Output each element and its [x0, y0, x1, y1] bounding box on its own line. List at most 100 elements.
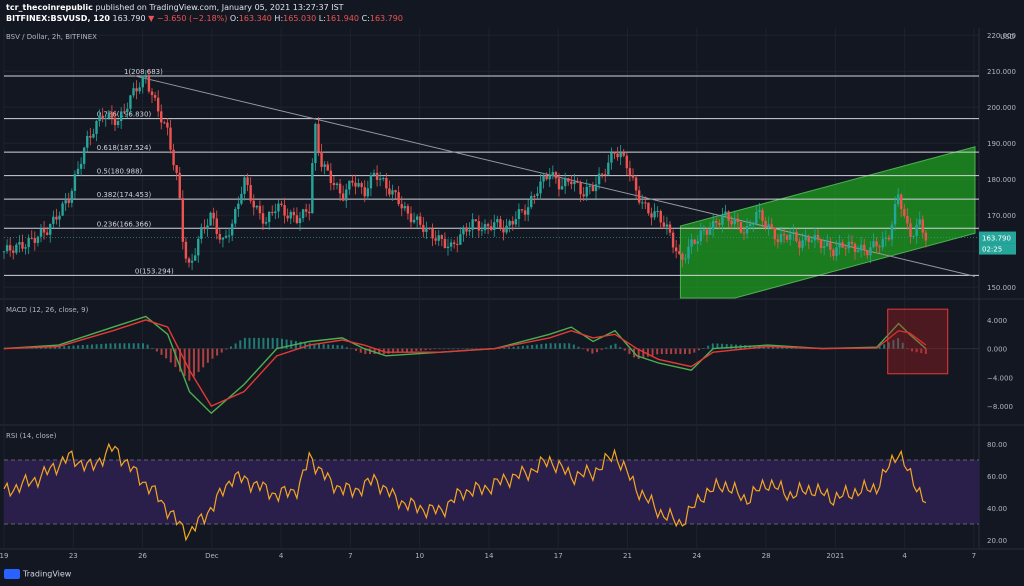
candle-body	[792, 231, 795, 235]
macd-histogram-bar	[433, 348, 436, 350]
macd-histogram-bar	[563, 343, 566, 349]
candle-body	[45, 232, 49, 235]
candle-body	[761, 210, 764, 221]
close-label: C:	[361, 14, 370, 23]
candle-body	[832, 249, 835, 256]
candle-body	[520, 209, 524, 211]
candle-body	[292, 211, 296, 216]
macd-histogram-bar	[424, 348, 427, 351]
candle-body	[616, 153, 619, 158]
candle-body	[135, 88, 138, 92]
candle-body	[366, 188, 370, 197]
candle-body	[745, 226, 749, 234]
candle-body	[280, 203, 283, 206]
macd-histogram-bar	[415, 348, 418, 352]
macd-histogram-bar	[568, 343, 571, 349]
candle-body	[61, 203, 64, 216]
candle-body	[425, 228, 428, 232]
macd-histogram-bar	[466, 348, 469, 350]
candle-body	[166, 122, 169, 128]
tradingview-logo[interactable]: TradingView	[4, 569, 71, 579]
candle-body	[107, 112, 111, 119]
fib-level-label: 0.236(166.366)	[97, 220, 152, 228]
candle-body	[443, 238, 447, 249]
close-value: 163.790	[369, 14, 403, 23]
candle-body	[341, 193, 345, 201]
candle-body	[338, 183, 342, 194]
candle-body	[240, 193, 243, 204]
macd-histogram-bar	[91, 344, 94, 349]
macd-histogram-bar	[128, 343, 131, 349]
candle-body	[665, 224, 669, 227]
candle-body	[545, 175, 548, 180]
candle-body	[409, 213, 413, 223]
candle-body	[419, 216, 422, 225]
macd-histogram-bar	[410, 348, 413, 352]
candle-body	[295, 215, 299, 224]
macd-histogram-bar	[123, 343, 126, 349]
candle-body	[391, 190, 394, 195]
macd-histogram-bar	[406, 348, 409, 352]
macd-histogram-bar	[104, 343, 107, 349]
macd-histogram-bar	[81, 345, 84, 349]
candle-body	[274, 211, 277, 214]
candle-body	[193, 255, 197, 261]
candle-body	[767, 224, 770, 228]
macd-histogram-bar	[549, 343, 552, 349]
macd-histogram-bar	[132, 343, 135, 349]
candle-body	[807, 236, 810, 242]
macd-histogram-bar	[628, 348, 631, 354]
price-tick-label: 180.000	[987, 176, 1016, 184]
macd-histogram-bar	[646, 348, 649, 357]
macd-histogram-bar	[327, 344, 330, 349]
macd-histogram-bar	[452, 348, 455, 350]
macd-histogram-bar	[545, 343, 548, 349]
candle-body	[822, 246, 826, 249]
macd-histogram-bar	[651, 348, 654, 356]
candle-body	[375, 172, 379, 180]
candle-body	[536, 193, 539, 197]
macd-histogram-bar	[577, 346, 580, 349]
symbol-label[interactable]: BITFINEX:BSVUSD, 120	[6, 14, 110, 23]
candle-body	[126, 108, 129, 112]
macd-histogram-bar	[197, 348, 200, 372]
macd-histogram-bar	[600, 348, 603, 350]
macd-histogram-bar	[429, 348, 432, 350]
publish-line: tcr_thecoinrepublic published on Trading…	[6, 3, 344, 12]
candle-body	[733, 218, 736, 225]
x-tick-label: 23	[69, 552, 78, 560]
macd-tick-label: −8.000	[987, 403, 1013, 411]
candle-body	[748, 224, 752, 227]
macd-histogram-bar	[253, 337, 256, 349]
candle-body	[73, 174, 77, 191]
candle-body	[826, 242, 829, 247]
candle-body	[724, 211, 727, 216]
macd-pane-title: MACD (12, 26, close, 9)	[6, 306, 89, 314]
candle-body	[141, 76, 144, 88]
candle-body	[39, 228, 43, 237]
macd-histogram-bar	[521, 345, 524, 349]
author-name[interactable]: tcr_thecoinrepublic	[6, 3, 93, 12]
candle-body	[203, 227, 206, 230]
macd-histogram-bar	[656, 348, 659, 355]
candle-body	[215, 218, 218, 234]
macd-histogram-bar	[512, 346, 515, 349]
candle-body	[209, 212, 212, 226]
candle-body	[554, 172, 558, 179]
candle-body	[511, 220, 514, 225]
candle-body	[138, 87, 141, 92]
macd-histogram-bar	[531, 344, 534, 349]
candle-body	[52, 216, 55, 224]
candle-body	[113, 117, 117, 126]
x-tick-label: 24	[692, 552, 701, 560]
ohlc-line: BITFINEX:BSVUSD, 120 163.790 ▼ −3.650 (−…	[6, 14, 403, 23]
candle-body	[721, 215, 724, 225]
candle-body	[782, 234, 786, 236]
candle-body	[2, 251, 6, 253]
candle-body	[27, 237, 30, 248]
macd-histogram-bar	[63, 346, 66, 349]
macd-histogram-bar	[234, 343, 237, 349]
candle-body	[190, 260, 194, 263]
price-tick-label: 210.000	[987, 68, 1016, 76]
candle-body	[289, 211, 292, 219]
